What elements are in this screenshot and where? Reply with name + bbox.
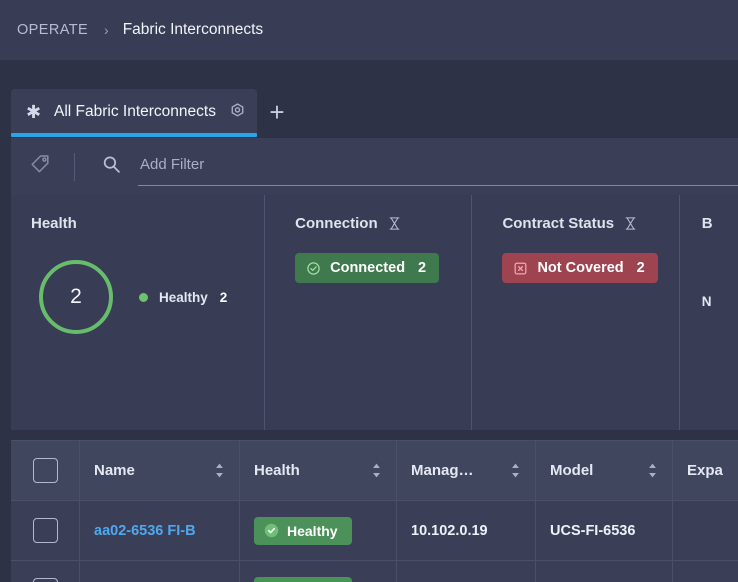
check-circle-icon — [306, 261, 321, 276]
filter-input-wrapper — [138, 147, 738, 186]
row-checkbox[interactable] — [32, 518, 58, 543]
row-management-ip-cell: 10.102.0.18 — [397, 561, 536, 582]
status-badge: Healthy — [254, 576, 352, 582]
column-header-name-label: Name — [94, 462, 135, 479]
clipped-card-sub: N — [701, 294, 712, 309]
summary-card-clipped: B N — [678, 195, 738, 430]
breadcrumb-operate[interactable]: OPERATE — [17, 22, 88, 38]
health-total-count: 2 — [70, 285, 82, 308]
status-badge: Healthy — [254, 516, 352, 545]
error-square-icon — [513, 261, 528, 276]
connection-card-title: Connection — [295, 215, 378, 232]
column-header-expansion-modules[interactable]: Expa — [673, 441, 738, 500]
breadcrumb-separator-icon: › — [104, 22, 109, 38]
tab-label: All Fabric Interconnects — [54, 102, 216, 120]
fabric-interconnects-table: Name Health Manag… Model Expa aa02-6536 … — [11, 440, 738, 582]
clipped-card-title: B — [701, 215, 713, 232]
gear-icon[interactable] — [228, 102, 247, 121]
add-tab-button[interactable]: + — [257, 89, 297, 134]
connection-status-badge[interactable]: Connected 2 — [295, 253, 440, 283]
row-health-cell: Healthy — [240, 561, 397, 582]
healthy-legend-label: Healthy — [159, 289, 208, 305]
connection-card-title-row: Connection — [295, 215, 471, 232]
sort-icon[interactable] — [647, 462, 658, 479]
check-circle-icon — [264, 523, 279, 538]
summary-cards: Health 2 Healthy 2 Connection Connected … — [11, 195, 738, 430]
summary-card-health: Health 2 Healthy 2 — [11, 195, 264, 430]
sort-icon[interactable] — [510, 462, 521, 479]
page-title: Fabric Interconnects — [122, 21, 264, 38]
filter-off-icon[interactable] — [387, 216, 402, 231]
row-name-cell: aa02-6536 FI-A — [80, 561, 240, 582]
connection-badge-label: Connected — [330, 260, 406, 276]
column-header-health[interactable]: Health — [240, 441, 397, 500]
sort-icon[interactable] — [371, 462, 382, 479]
table-header-row: Name Health Manag… Model Expa — [11, 440, 738, 500]
contract-card-title: Contract Status — [502, 215, 615, 232]
column-header-management-ip[interactable]: Manag… — [397, 441, 536, 500]
healthy-legend-count: 2 — [219, 289, 228, 305]
column-header-model[interactable]: Model — [536, 441, 673, 500]
tab-all-fabric-interconnects[interactable]: ✱ All Fabric Interconnects — [11, 89, 257, 137]
select-all-checkbox[interactable] — [32, 458, 58, 483]
health-donut-chart[interactable]: 2 — [39, 260, 113, 334]
row-expansion-cell — [673, 501, 738, 560]
table-row[interactable]: aa02-6536 FI-A Healthy 10.102.0.18 — [11, 560, 738, 582]
contract-badge-count: 2 — [636, 260, 645, 276]
health-card-title-row: Health — [31, 215, 264, 232]
fabric-interconnect-link[interactable]: aa02-6536 FI-B — [94, 523, 196, 539]
row-name-cell: aa02-6536 FI-B — [80, 501, 240, 560]
search-icon[interactable] — [75, 154, 122, 180]
row-checkbox[interactable] — [32, 578, 58, 582]
row-management-ip-cell: 10.102.0.19 — [397, 501, 536, 560]
health-donut-row: 2 Healthy 2 — [31, 260, 264, 334]
row-select-cell — [11, 561, 80, 582]
healthy-legend-dot-icon — [139, 292, 148, 302]
asterisk-icon: ✱ — [25, 101, 42, 122]
table-row[interactable]: aa02-6536 FI-B Healthy 10.102.0.19 UCS-F… — [11, 500, 738, 560]
tab-strip: ✱ All Fabric Interconnects + — [11, 89, 297, 137]
sort-icon[interactable] — [214, 462, 225, 479]
connection-badge-count: 2 — [418, 260, 427, 276]
tag-icon[interactable] — [11, 152, 53, 181]
contract-badge-label: Not Covered — [537, 260, 624, 276]
fabric-interconnects-page: OPERATE › Fabric Interconnects ✱ All Fab… — [0, 0, 738, 582]
search-input[interactable] — [138, 147, 738, 186]
row-select-cell — [11, 501, 80, 560]
column-header-health-label: Health — [254, 462, 300, 479]
row-model-cell: UCS-FI-6536 — [536, 561, 673, 582]
filter-off-icon[interactable] — [623, 216, 638, 231]
column-header-model-label: Model — [550, 462, 594, 479]
filter-bar — [11, 138, 738, 195]
column-header-expansion-modules-label: Expa — [687, 462, 723, 479]
summary-card-contract-status: Contract Status Not Covered 2 — [471, 195, 678, 430]
health-legend[interactable]: Healthy 2 — [139, 290, 227, 305]
contract-card-title-row: Contract Status — [502, 215, 678, 232]
column-header-name[interactable]: Name — [80, 441, 240, 500]
summary-card-connection: Connection Connected 2 — [264, 195, 471, 430]
health-card-title: Health — [31, 215, 77, 232]
row-expansion-cell — [673, 561, 738, 582]
select-all-cell — [11, 441, 80, 500]
status-badge-label: Healthy — [287, 522, 338, 539]
column-header-management-ip-label: Manag… — [411, 462, 474, 479]
breadcrumb: OPERATE › Fabric Interconnects — [0, 0, 738, 60]
row-health-cell: Healthy — [240, 501, 397, 560]
content-area: ✱ All Fabric Interconnects + Add Filter … — [0, 60, 738, 582]
row-model-cell: UCS-FI-6536 — [536, 501, 673, 560]
contract-status-badge[interactable]: Not Covered 2 — [502, 253, 658, 283]
